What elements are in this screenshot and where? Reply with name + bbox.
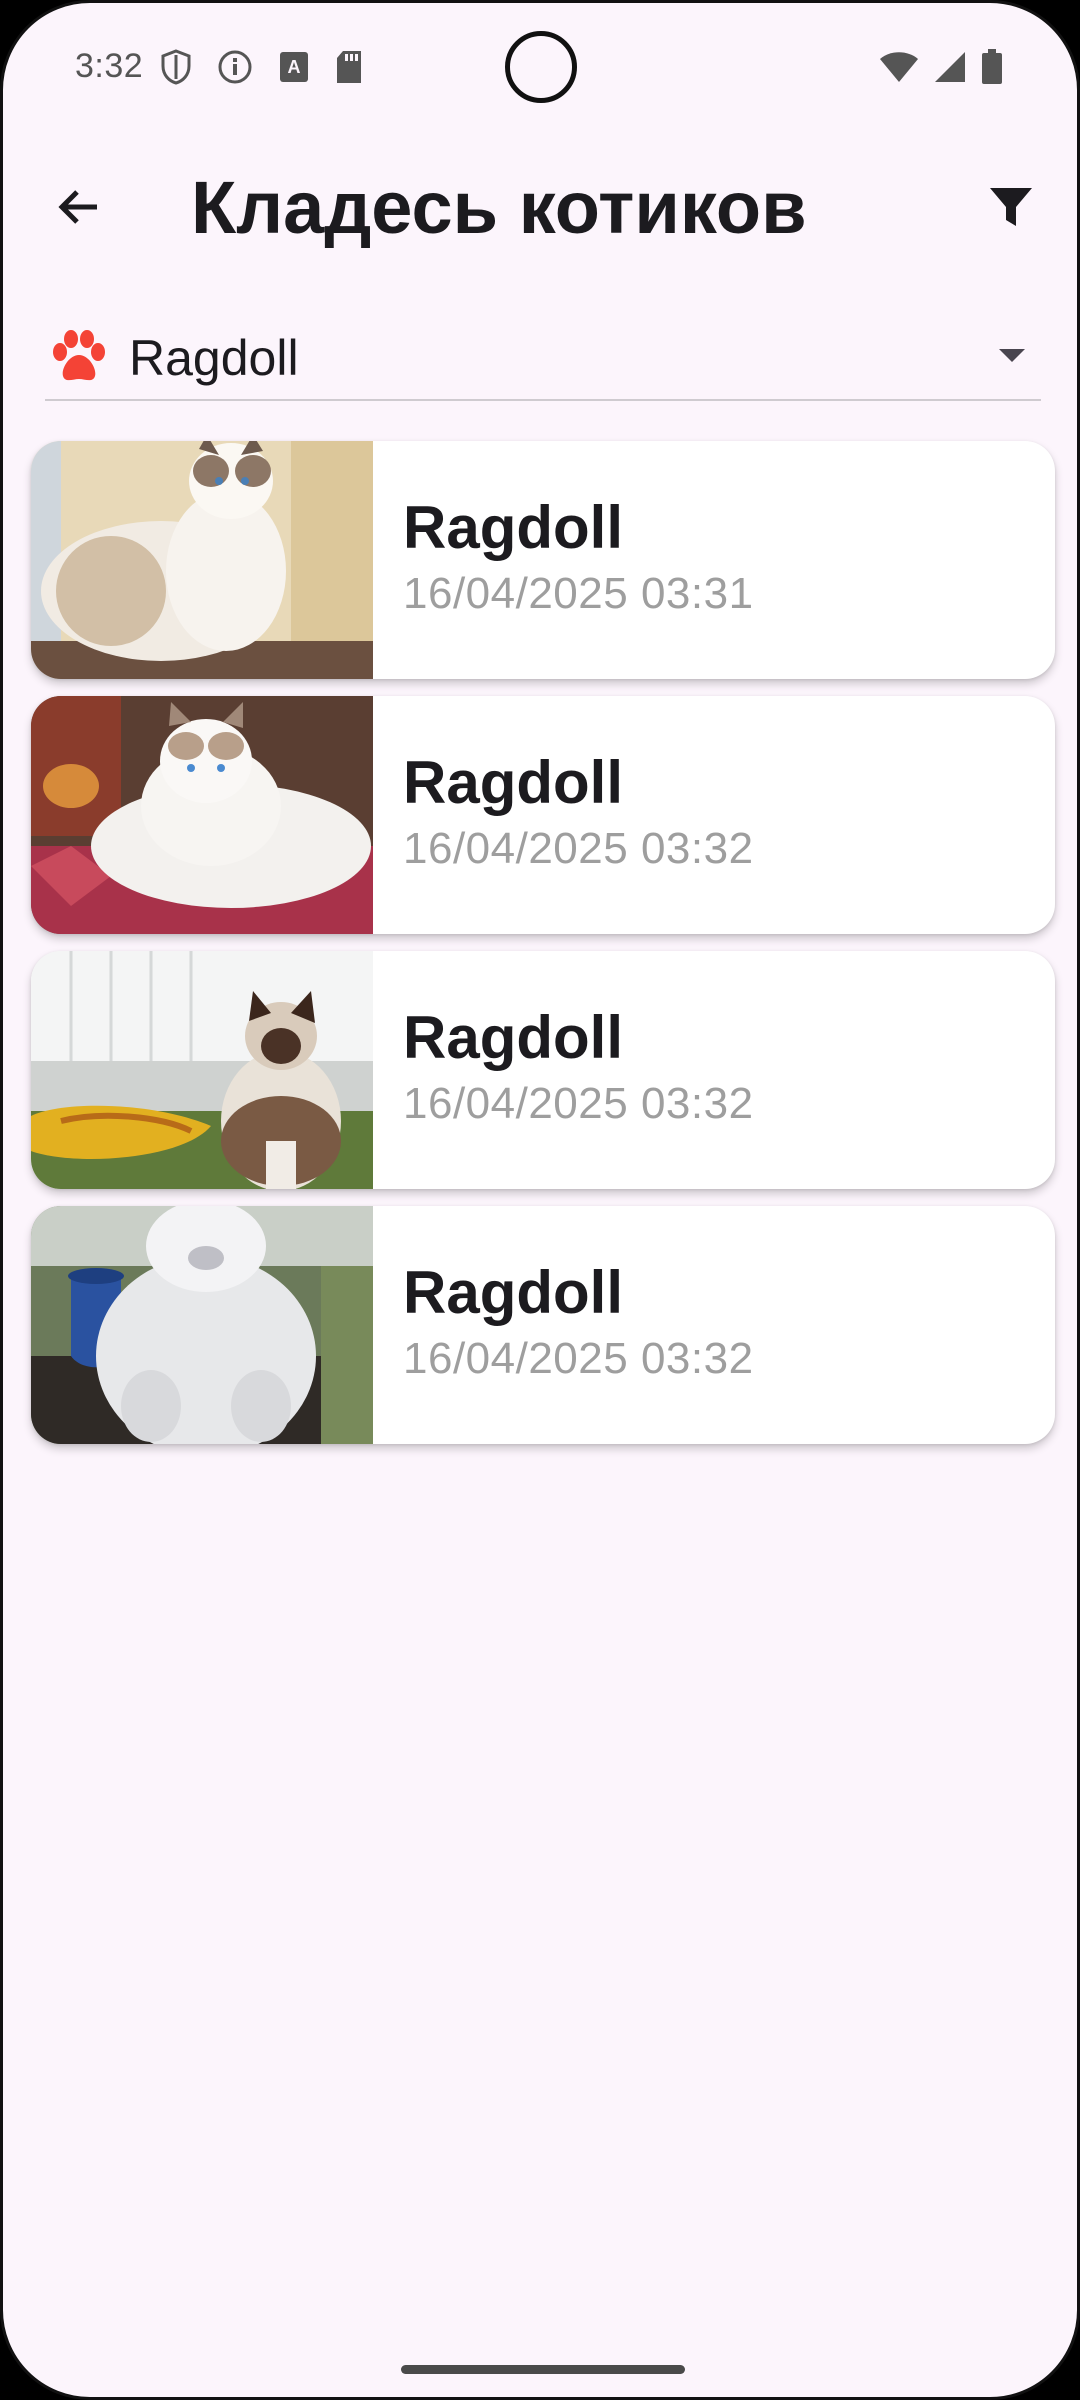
breed-dropdown[interactable]: Ragdoll	[45, 321, 1041, 401]
cat-info: Ragdoll 16/04/2025 03:32	[373, 951, 754, 1189]
svg-text:A: A	[288, 57, 301, 77]
arrow-back-icon	[58, 190, 97, 224]
filter-button[interactable]	[975, 171, 1047, 243]
font-icon: A	[280, 52, 308, 82]
cat-date: 16/04/2025 03:32	[403, 1079, 754, 1128]
signal-icon	[935, 52, 965, 82]
cat-card[interactable]: Ragdoll 16/04/2025 03:32	[31, 951, 1055, 1189]
cat-name: Ragdoll	[403, 1259, 623, 1326]
cat-info: Ragdoll 16/04/2025 03:32	[373, 1206, 754, 1444]
cat-name: Ragdoll	[403, 494, 623, 561]
shield-icon	[161, 49, 191, 85]
status-time: 3:32	[75, 47, 144, 85]
cat-card[interactable]: Ragdoll 16/04/2025 03:32	[31, 1206, 1055, 1444]
front-camera	[505, 31, 577, 103]
cat-info: Ragdoll 16/04/2025 03:32	[373, 696, 754, 934]
cat-date: 16/04/2025 03:32	[403, 1334, 754, 1383]
cat-photo	[31, 441, 373, 679]
cat-info: Ragdoll 16/04/2025 03:31	[373, 441, 754, 679]
cat-name: Ragdoll	[403, 1004, 623, 1071]
cat-name: Ragdoll	[403, 749, 623, 816]
breed-selected-value: Ragdoll	[129, 330, 299, 386]
back-button[interactable]	[43, 171, 115, 243]
status-icons-left: A	[161, 49, 363, 85]
cat-card[interactable]: Ragdoll 16/04/2025 03:31	[31, 441, 1055, 679]
dropdown-arrow-icon	[999, 349, 1025, 362]
home-indicator[interactable]	[401, 2365, 685, 2374]
battery-icon	[982, 49, 1002, 84]
page-title: Кладесь котиков	[191, 166, 807, 249]
sd-card-icon	[337, 51, 361, 83]
phone-screen: 3:32 A Кладесь котиков Ragdoll Ragdoll 1…	[0, 0, 1080, 2400]
cat-photo	[31, 951, 373, 1189]
info-icon	[218, 50, 252, 84]
wifi-icon	[880, 52, 918, 82]
paw-icon	[53, 330, 105, 381]
app-bar: Кладесь котиков	[3, 153, 1077, 263]
cat-card[interactable]: Ragdoll 16/04/2025 03:32	[31, 696, 1055, 934]
status-bar: 3:32 A	[3, 3, 1077, 133]
filter-icon	[990, 188, 1032, 226]
cat-photo	[31, 1206, 373, 1444]
cat-list: Ragdoll 16/04/2025 03:31 Ragdoll 16/04/2…	[31, 441, 1055, 1461]
cat-date: 16/04/2025 03:31	[403, 569, 754, 618]
cat-date: 16/04/2025 03:32	[403, 824, 754, 873]
status-icons-right	[879, 49, 1003, 85]
cat-photo	[31, 696, 373, 934]
